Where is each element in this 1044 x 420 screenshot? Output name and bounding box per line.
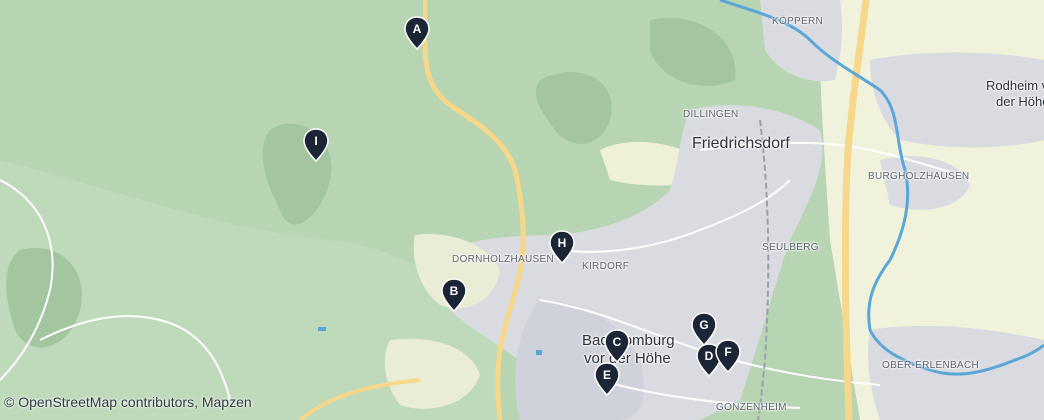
place-label-koppern: KÖPPERN: [772, 16, 824, 27]
place-label-dornholzhausen: DORNHOLZHAUSEN: [452, 254, 554, 265]
marker-label: H: [557, 236, 567, 250]
pond: [536, 350, 542, 355]
map-marker-f[interactable]: F: [715, 339, 741, 373]
marker-label: G: [699, 318, 709, 332]
marker-label: C: [612, 335, 622, 349]
map-marker-c[interactable]: C: [604, 329, 630, 363]
place-label-ober-erlenbach: OBER-ERLENBACH: [882, 360, 979, 371]
place-label-rodheim: Rodheim v: [986, 78, 1044, 93]
place-label-gonzenheim: GONZENHEIM: [716, 402, 787, 413]
place-label-friedrichsdorf: Friedrichsdorf: [692, 135, 790, 152]
marker-label: B: [449, 284, 459, 298]
map-marker-a[interactable]: A: [404, 16, 430, 50]
marker-label: A: [412, 22, 422, 36]
place-label-kirdorf: KIRDORF: [582, 261, 630, 272]
place-label-dillingen: DILLINGEN: [683, 109, 739, 120]
map-marker-g[interactable]: G: [691, 312, 717, 346]
map-attribution[interactable]: © OpenStreetMap contributors, Mapzen: [4, 394, 252, 410]
place-label-rodheim-line2: der Höhe: [996, 94, 1044, 109]
place-label-seulberg: SEULBERG: [762, 242, 819, 253]
map-marker-h[interactable]: H: [549, 230, 575, 264]
map-base-layer: [0, 0, 1044, 420]
pond: [318, 327, 326, 331]
map-marker-e[interactable]: E: [594, 362, 620, 396]
map-marker-i[interactable]: I: [303, 128, 329, 162]
map-view[interactable]: KÖPPERN DILLINGEN Friedrichsdorf Rodheim…: [0, 0, 1044, 420]
marker-label: I: [314, 134, 318, 148]
map-marker-b[interactable]: B: [441, 278, 467, 312]
place-label-burgholzhausen: BURGHOLZHAUSEN: [868, 171, 970, 182]
marker-label: E: [602, 368, 611, 382]
marker-label: F: [724, 345, 732, 359]
